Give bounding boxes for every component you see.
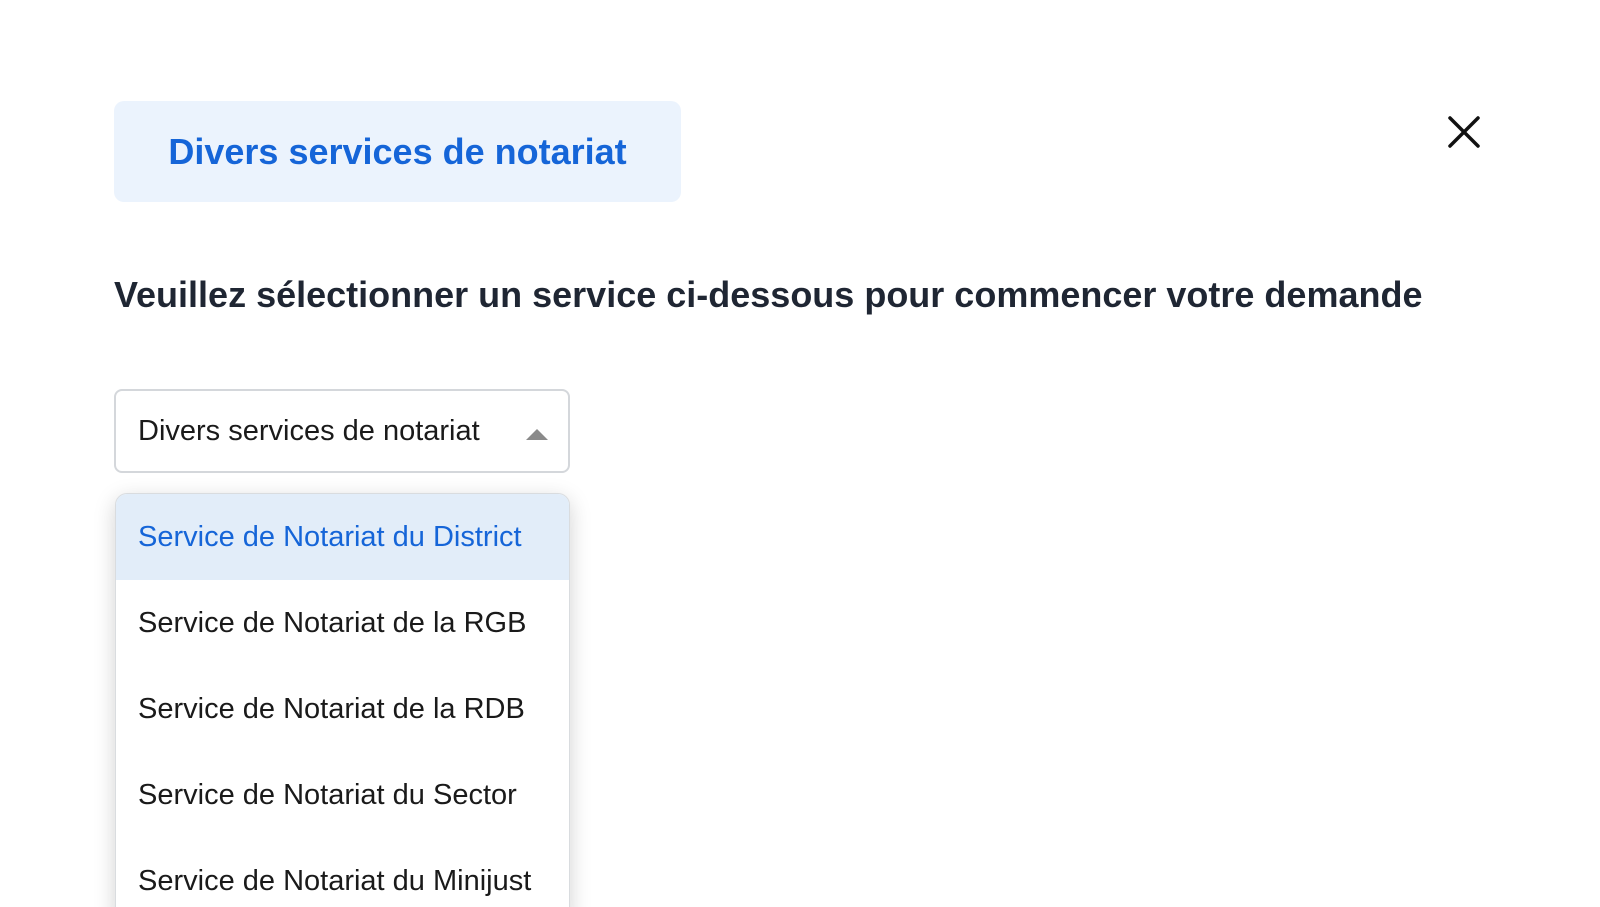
dropdown-option-minijust[interactable]: Service de Notariat du Minijust	[116, 838, 569, 907]
close-button[interactable]	[1440, 108, 1488, 156]
modal-title-chip: Divers services de notariat	[114, 101, 681, 202]
option-label: Service de Notariat de la RGB	[138, 606, 527, 639]
caret-up-icon	[526, 428, 548, 440]
dropdown-option-sector[interactable]: Service de Notariat du Sector	[116, 752, 569, 838]
dropdown-option-district[interactable]: Service de Notariat du District	[116, 494, 569, 580]
service-select[interactable]: Divers services de notariat	[114, 389, 570, 473]
modal-title: Divers services de notariat	[168, 130, 627, 172]
service-selection-modal: Divers services de notariat Veuillez sél…	[0, 0, 1600, 907]
dropdown-option-rdb[interactable]: Service de Notariat de la RDB	[116, 666, 569, 752]
service-dropdown-list: Service de Notariat du District Service …	[115, 493, 570, 907]
close-icon	[1448, 116, 1480, 148]
option-label: Service de Notariat du District	[138, 520, 522, 553]
option-label: Service de Notariat du Minijust	[138, 864, 532, 897]
service-select-value: Divers services de notariat	[138, 414, 480, 447]
option-label: Service de Notariat de la RDB	[138, 692, 525, 725]
instruction-heading: Veuillez sélectionner un service ci-dess…	[114, 274, 1423, 315]
dropdown-option-rgb[interactable]: Service de Notariat de la RGB	[116, 580, 569, 666]
option-label: Service de Notariat du Sector	[138, 778, 517, 811]
